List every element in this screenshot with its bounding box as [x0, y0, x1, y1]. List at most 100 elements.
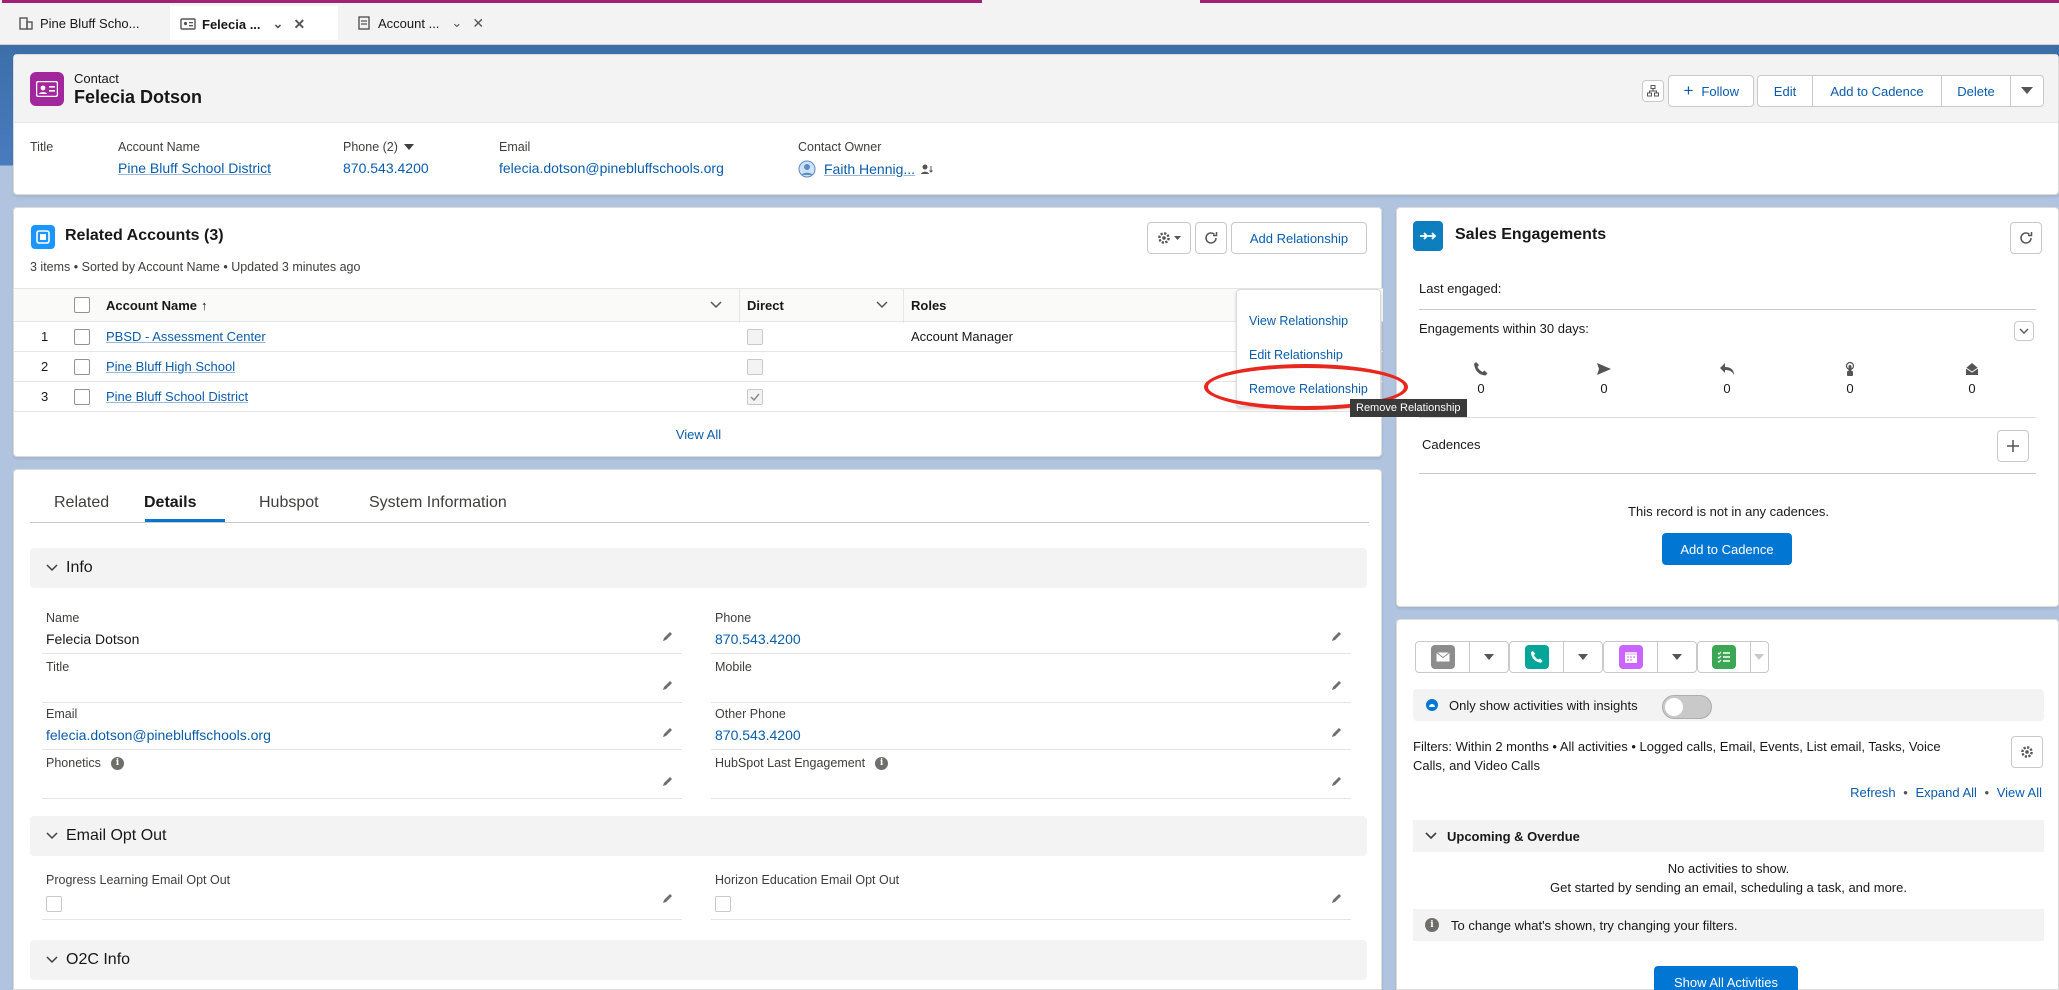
hierarchy-button[interactable] [1642, 80, 1665, 102]
expand-all-link[interactable]: Expand All [1915, 785, 1976, 800]
table-row: 1 PBSD - Assessment Center Account Manag… [14, 322, 1383, 352]
column-direct[interactable]: Direct [747, 289, 784, 321]
pencil-icon[interactable] [661, 630, 674, 643]
list-settings-button[interactable] [1147, 222, 1191, 254]
account-link[interactable]: Pine Bluff High School [106, 352, 235, 381]
row-checkbox[interactable] [74, 352, 90, 381]
refresh-button[interactable] [1195, 222, 1227, 254]
column-menu-chevron-icon[interactable] [876, 289, 888, 321]
hl-account-link[interactable]: Pine Bluff School District [118, 160, 271, 176]
account-link[interactable]: Pine Bluff School District [106, 382, 248, 411]
opt-out-checkbox [46, 896, 62, 912]
add-cadence-plus-button[interactable] [1997, 430, 2029, 462]
section-o2c-header[interactable]: O2C Info [30, 940, 1367, 980]
field-value-link[interactable]: felecia.dotson@pinebluffschools.org [46, 727, 271, 743]
row-checkbox[interactable] [74, 322, 90, 351]
chevron-down-icon[interactable]: ⌄ [451, 15, 462, 31]
activity-settings-button[interactable] [2011, 736, 2043, 768]
caret-down-icon [1174, 235, 1181, 240]
event-action[interactable] [1604, 642, 1658, 672]
delete-button[interactable]: Delete [1941, 75, 2011, 107]
pencil-icon[interactable] [661, 726, 674, 739]
column-menu-chevron-icon[interactable] [710, 289, 722, 321]
event-action-menu[interactable] [1658, 642, 1696, 672]
new-email-button[interactable] [1415, 641, 1509, 673]
browser-tab-account-2[interactable]: Account ... ⌄ ✕ [346, 6, 494, 40]
expand-engagements-button[interactable] [2014, 321, 2034, 341]
new-event-button[interactable] [1603, 641, 1697, 673]
new-task-button[interactable] [1697, 641, 1769, 673]
column-roles[interactable]: Roles [911, 289, 946, 321]
se-refresh-button[interactable] [2010, 222, 2042, 254]
column-account-name-label: Account Name [106, 297, 198, 313]
change-owner-icon[interactable] [921, 163, 933, 175]
plus-icon: + [1683, 81, 1694, 100]
pencil-icon[interactable] [661, 892, 674, 905]
phone-icon [1474, 362, 1488, 376]
browser-tab-contact[interactable]: Felecia ... ⌄ ✕ [170, 6, 338, 40]
phone-icon [1524, 645, 1549, 669]
field-value-link[interactable]: 870.543.4200 [715, 727, 801, 743]
field-value-link[interactable]: 870.543.4200 [715, 631, 801, 647]
refresh-link[interactable]: Refresh [1850, 785, 1896, 800]
section-info-header[interactable]: Info [30, 548, 1367, 588]
section-email-opt-out-header[interactable]: Email Opt Out [30, 816, 1367, 856]
close-icon[interactable]: ✕ [472, 15, 484, 32]
metric-value: 0 [1968, 381, 1976, 396]
close-icon[interactable]: ✕ [293, 16, 305, 33]
gear-icon [2021, 746, 2033, 758]
pencil-icon[interactable] [1330, 775, 1343, 788]
get-started-message: Get started by sending an email, schedul… [1550, 880, 1907, 895]
add-to-cadence-button[interactable]: Add to Cadence [1812, 75, 1942, 107]
column-account-name[interactable]: Account Name ↑ [106, 289, 208, 321]
select-all-checkbox[interactable] [74, 289, 90, 321]
add-relationship-button[interactable]: Add Relationship [1231, 222, 1367, 254]
edit-button[interactable]: Edit [1757, 75, 1813, 107]
email-action-menu[interactable] [1470, 642, 1508, 672]
task-action-menu[interactable] [1751, 642, 1769, 672]
hl-owner-link[interactable]: Faith Hennig... [824, 161, 915, 177]
call-action[interactable] [1510, 642, 1564, 672]
menu-item-edit-relationship[interactable]: Edit Relationship [1249, 348, 1343, 362]
tab-system-information[interactable]: System Information [369, 494, 507, 512]
pencil-icon[interactable] [1330, 679, 1343, 692]
menu-item-view-relationship[interactable]: View Relationship [1249, 314, 1348, 328]
record-name: Felecia Dotson [74, 87, 203, 107]
browser-tab-account[interactable]: Pine Bluff Scho... [8, 6, 150, 40]
insights-toggle[interactable] [1662, 695, 1712, 719]
hl-phone-label[interactable]: Phone (2) [343, 140, 429, 154]
info-icon[interactable]: i [875, 756, 889, 770]
field-mobile: Mobile [711, 655, 1351, 703]
email-action[interactable] [1416, 642, 1470, 672]
section-o2c-title: O2C Info [66, 951, 131, 968]
hl-email-link[interactable]: felecia.dotson@pinebluffschools.org [499, 160, 724, 176]
hl-owner-label: Contact Owner [798, 140, 882, 154]
no-activities-message: No activities to show. [1667, 861, 1790, 876]
pencil-icon[interactable] [661, 679, 674, 692]
more-actions-button[interactable] [2010, 75, 2044, 107]
info-icon[interactable]: i [110, 756, 124, 770]
hl-phone-link[interactable]: 870.543.4200 [343, 160, 429, 176]
pencil-icon[interactable] [1330, 892, 1343, 905]
show-all-activities-button[interactable]: Show All Activities [1654, 966, 1798, 990]
pencil-icon[interactable] [1330, 726, 1343, 739]
cadences-label: Cadences [1422, 437, 1481, 452]
view-all-link[interactable]: View All [1997, 785, 2042, 800]
row-checkbox[interactable] [74, 382, 90, 411]
upcoming-overdue-header[interactable]: Upcoming & Overdue [1413, 820, 2044, 852]
task-action[interactable] [1698, 642, 1751, 672]
tab-hubspot[interactable]: Hubspot [259, 494, 319, 512]
tab-related[interactable]: Related [54, 494, 109, 512]
building-icon [19, 17, 33, 30]
log-call-button[interactable] [1509, 641, 1603, 673]
field-he-email-opt-out: Horizon Education Email Opt Out [711, 868, 1351, 920]
view-all-link[interactable]: View All [14, 427, 1383, 442]
pencil-icon[interactable] [661, 775, 674, 788]
add-to-cadence-button[interactable]: Add to Cadence [1662, 533, 1792, 565]
call-action-menu[interactable] [1564, 642, 1602, 672]
account-link[interactable]: PBSD - Assessment Center [106, 322, 266, 351]
follow-button[interactable]: + Follow [1668, 75, 1754, 107]
tab-details[interactable]: Details [144, 494, 196, 512]
chevron-down-icon[interactable]: ⌄ [273, 16, 284, 32]
pencil-icon[interactable] [1330, 630, 1343, 643]
